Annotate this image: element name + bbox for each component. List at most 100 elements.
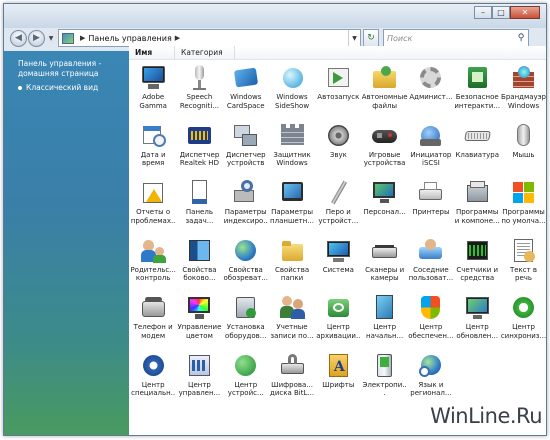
control-panel-item[interactable]: Установка оборудов... xyxy=(223,290,269,348)
search-box[interactable]: Поиск ⚲ xyxy=(383,29,529,47)
close-button[interactable]: ✕ xyxy=(510,6,540,19)
control-panel-item[interactable]: Игровые устройства xyxy=(361,118,407,176)
control-panel-item[interactable]: Автономные файлы xyxy=(361,60,408,118)
control-panel-item[interactable]: Центр архивации... xyxy=(315,290,361,348)
column-name-header[interactable]: Имя xyxy=(129,46,175,59)
control-panel-item[interactable]: Текст в речь xyxy=(500,233,546,291)
control-panel-item-label: Adobe Gamma xyxy=(139,93,167,110)
control-panel-item[interactable]: Перо и устройст... xyxy=(315,175,361,233)
control-panel-item[interactable]: Диспетчер Realtek HD xyxy=(176,118,222,176)
control-panel-item[interactable]: Счетчики и средства п... xyxy=(454,233,500,291)
breadcrumb-separator-icon[interactable]: ▶ xyxy=(80,34,85,42)
forward-button[interactable]: ▶ xyxy=(28,29,45,47)
control-panel-item[interactable]: Центр обновлен... xyxy=(454,290,500,348)
control-panel-home-link[interactable]: Панель управления - домашняя страница xyxy=(18,59,123,79)
control-panel-item[interactable]: Шифрова... диска BitL... xyxy=(269,348,315,406)
recent-pages-dropdown[interactable]: ▼ xyxy=(46,35,56,42)
control-panel-item-label: Электропи... xyxy=(362,380,407,398)
control-panel-item[interactable]: Параметры планшетн... xyxy=(269,175,315,233)
control-panel-item[interactable]: Клавиатура xyxy=(454,118,500,176)
control-panel-item[interactable]: Центр обеспечен... xyxy=(408,290,454,348)
control-panel-item[interactable]: Свойства обозреват... xyxy=(223,233,269,291)
control-panel-item[interactable]: Свойства папки xyxy=(269,233,315,291)
control-panel-item-label: Админист... xyxy=(409,93,453,101)
sidebar-props-icon xyxy=(186,237,213,264)
control-panel-item[interactable]: Брандмауэр Windows xyxy=(500,60,546,118)
search-icon[interactable]: ⚲ xyxy=(514,33,528,43)
classic-view-link[interactable]: Классический вид xyxy=(18,83,123,93)
control-panel-item-label: Параметры планшетн... xyxy=(270,208,315,225)
control-panel-item[interactable]: Центр начальн... xyxy=(361,290,407,348)
control-panel-item[interactable]: Windows SideShow xyxy=(269,60,315,118)
control-panel-item[interactable]: Учетные записи по... xyxy=(269,290,315,348)
control-panel-item[interactable]: Защитник Windows xyxy=(269,118,315,176)
control-panel-item[interactable]: Соседние пользоват... xyxy=(408,233,454,291)
control-panel-item[interactable]: Дата и время xyxy=(130,118,176,176)
control-panel-item[interactable]: Сканеры и камеры xyxy=(361,233,407,291)
control-panel-item-label: Защитник Windows xyxy=(273,150,311,168)
address-dropdown-button[interactable]: ▼ xyxy=(348,30,360,46)
control-panel-item[interactable]: Диспетчер устройств xyxy=(223,118,269,176)
control-panel-item[interactable]: Мышь xyxy=(500,118,546,176)
watermark: WinLine.Ru xyxy=(430,404,542,428)
indexing-icon xyxy=(232,179,259,206)
control-panel-item[interactable]: Родительс... контроль xyxy=(130,233,176,291)
control-panel-item[interactable]: Центр специальн... xyxy=(130,348,176,406)
minimize-button[interactable]: – xyxy=(474,6,492,19)
breadcrumb-control-panel[interactable]: Панель управления xyxy=(88,34,171,43)
control-panel-item[interactable]: Adobe Gamma xyxy=(130,60,176,118)
control-panel-item[interactable]: Язык и регионал... xyxy=(408,348,454,406)
programs-icon xyxy=(464,179,491,206)
control-panel-item[interactable]: A Шрифты xyxy=(315,348,361,406)
control-panel-item[interactable]: Windows CardSpace xyxy=(223,60,269,118)
breadcrumb-chevron-icon[interactable]: ▶ xyxy=(175,34,180,42)
search-input[interactable]: Поиск xyxy=(387,34,514,43)
refresh-button[interactable]: ↻ xyxy=(363,29,379,47)
control-panel-item-label: Центр специальн... xyxy=(131,380,176,398)
control-panel-item-label: Центр управлен... xyxy=(178,380,221,398)
control-panel-item[interactable]: Управление цветом xyxy=(176,290,222,348)
problem-reports-icon xyxy=(140,179,167,206)
control-panel-item[interactable]: Параметры индексиро... xyxy=(223,175,269,233)
back-button[interactable]: ◀ xyxy=(10,29,27,47)
control-panel-item-label: Управление цветом xyxy=(177,323,222,340)
cardspace-icon xyxy=(232,64,259,91)
control-panel-item[interactable]: Программы и компоне... xyxy=(454,175,500,233)
personalization-icon xyxy=(371,179,398,206)
control-panel-item[interactable]: Отчеты о проблемах... xyxy=(130,175,176,233)
control-panel-item[interactable]: Телефон и модем xyxy=(130,290,176,348)
control-panel-item-label: Шифрова... диска BitL... xyxy=(270,380,315,398)
keyboard-icon xyxy=(463,122,491,149)
control-panel-item[interactable]: Центр управлен... xyxy=(176,348,222,406)
speaker-icon xyxy=(325,122,352,149)
control-panel-item[interactable]: Инициатор iSCSI xyxy=(408,118,454,176)
control-panel-item[interactable]: Свойства боково... xyxy=(176,233,222,291)
address-bar[interactable]: ▶ Панель управления ▶ ▼ xyxy=(58,29,361,47)
control-panel-item[interactable]: Персонал... xyxy=(361,175,407,233)
people-near-me-icon xyxy=(417,237,444,264)
control-panel-item[interactable]: Электропи... xyxy=(361,348,407,406)
gamepad-icon xyxy=(371,122,398,149)
windows-update-icon xyxy=(464,294,491,321)
control-panel-item[interactable]: Центр устройс... xyxy=(223,348,269,406)
control-panel-item[interactable]: Звук xyxy=(315,118,361,176)
autoplay-icon xyxy=(325,64,352,91)
admin-tools-icon xyxy=(417,64,444,91)
window-controls: – □ ✕ xyxy=(474,6,540,19)
control-panel-item[interactable]: Админист... xyxy=(408,60,454,118)
control-panel-item[interactable]: Безопасное интеракти... xyxy=(454,60,500,118)
column-headers: Имя Категория xyxy=(129,46,546,60)
maximize-button[interactable]: □ xyxy=(492,6,510,19)
column-category-header[interactable]: Категория xyxy=(175,46,235,59)
control-panel-items-grid: Adobe Gamma Speech Recogniti... Windows Ca… xyxy=(129,60,546,405)
control-panel-item[interactable]: Программы по умолча... xyxy=(500,175,546,233)
control-panel-item[interactable]: Принтеры xyxy=(408,175,454,233)
control-panel-item[interactable]: Система xyxy=(315,233,361,291)
performance-icon xyxy=(464,237,491,264)
control-panel-item[interactable]: Центр синхрониз... xyxy=(500,290,546,348)
device-manager-icon xyxy=(232,122,259,149)
control-panel-item[interactable]: Автозапуск xyxy=(315,60,361,118)
control-panel-item[interactable]: Speech Recogniti... xyxy=(176,60,222,118)
control-panel-item-label: Центр синхрониз... xyxy=(500,323,547,340)
control-panel-item[interactable]: Панель задач... xyxy=(176,175,222,233)
